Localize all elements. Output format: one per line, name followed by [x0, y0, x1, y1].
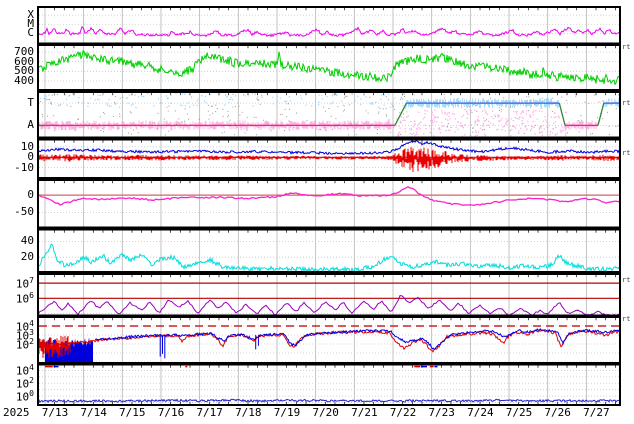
- x-tick-label: 7/17: [196, 406, 223, 419]
- x-tick-label: 7/24: [467, 406, 494, 419]
- panel-solar-wind-density: [39, 230, 619, 271]
- panel-magnetosphere-activity: [39, 93, 619, 137]
- panel-goes-electron-flux: [39, 318, 619, 362]
- y-tick-label: 102: [15, 376, 34, 391]
- y-tick-label: 0: [27, 188, 34, 202]
- y-tick-label: 106: [15, 291, 34, 306]
- x-tick-label: 7/22: [389, 406, 417, 419]
- x-tick-label: 7/26: [544, 406, 571, 419]
- y-tick-label: T: [27, 96, 34, 110]
- space-weather-summary-chart: 2025 X M C 700 600 500 400 T A 10 0 -10 0 -50 40 20 107 1…: [0, 0, 634, 424]
- x-tick-label: 7/14: [80, 406, 107, 419]
- x-tick-label: 7/13: [41, 406, 69, 419]
- chart-canvas: [37, 6, 621, 406]
- x-tick-label: 7/23: [428, 406, 455, 419]
- realtime-data-label: rt: [622, 276, 631, 284]
- realtime-data-label: rt: [622, 43, 631, 51]
- y-tick-label: 107: [15, 276, 34, 291]
- panel-electron-fluence: [39, 275, 619, 315]
- panel-dst-index: [39, 181, 619, 227]
- panel-solar-wind-speed: [39, 46, 619, 89]
- y-tick-label: 104: [15, 363, 34, 379]
- realtime-data-label: rt: [622, 99, 631, 107]
- x-tick-label: 7/25: [505, 406, 533, 419]
- panel-imf-bz: [39, 140, 619, 177]
- y-tick-label: 400: [14, 74, 34, 87]
- y-tick-label: -10: [14, 160, 34, 174]
- y-tick-label: A: [27, 118, 34, 132]
- realtime-data-label: rt: [622, 149, 631, 157]
- panel-goes-proton-flux: [39, 365, 619, 404]
- x-tick-label: 7/27: [583, 406, 610, 419]
- x-tick-label: 7/21: [351, 406, 378, 419]
- y-tick-label: -50: [14, 205, 34, 219]
- x-axis-year-label: 2025: [3, 406, 30, 419]
- realtime-data-label: rt: [622, 315, 631, 323]
- x-tick-label: 7/16: [157, 406, 185, 419]
- y-tick-label: 20: [20, 250, 34, 264]
- x-tick-label: 7/19: [273, 406, 301, 419]
- y-tick-label: C: [27, 26, 34, 40]
- y-tick-label: 40: [20, 234, 34, 248]
- x-tick-label: 7/15: [119, 406, 146, 419]
- y-tick-label: 100: [15, 389, 34, 404]
- x-tick-label: 7/20: [312, 406, 339, 419]
- x-tick-label: 7/18: [235, 406, 262, 419]
- y-tick-label: 102: [15, 337, 34, 352]
- panel-goes-xray: [39, 8, 619, 43]
